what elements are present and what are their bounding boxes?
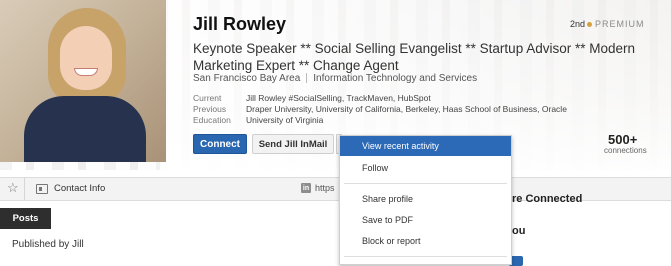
tab-posts[interactable]: Posts <box>0 208 51 229</box>
profile-meta: San Francisco Bay Area Information Techno… <box>193 73 477 84</box>
more-actions-menu: View recent activity Follow Share profil… <box>339 135 512 265</box>
sidebar-heading-you: ou <box>512 225 526 237</box>
details-row-previous: Previous Draper University, University of… <box>193 104 567 115</box>
previous-value[interactable]: Draper University, University of Califor… <box>246 104 567 115</box>
connection-degree: 2nd <box>570 19 586 29</box>
connections-count: 500+ <box>608 132 638 147</box>
menu-item-save-to-pdf[interactable]: Save to PDF <box>340 210 511 230</box>
linkedin-icon: in <box>301 183 311 193</box>
profile-name: Jill Rowley <box>193 14 287 34</box>
meta-divider <box>306 73 308 84</box>
contact-info-link[interactable]: Contact Info <box>54 183 105 194</box>
current-value[interactable]: Jill Rowley #SocialSelling, TrackMaven, … <box>246 93 431 104</box>
contact-card-icon[interactable] <box>36 184 48 194</box>
published-by-heading: Published by Jill <box>12 239 84 250</box>
toolbar-divider <box>24 178 25 200</box>
details-row-education: Education University of Virginia <box>193 115 324 126</box>
connect-button[interactable]: Connect <box>193 134 247 154</box>
education-value[interactable]: University of Virginia <box>246 115 323 126</box>
profile-headline: Keynote Speaker ** Social Selling Evange… <box>193 41 635 73</box>
profile-photo[interactable] <box>0 0 166 162</box>
profile-details: Current Jill Rowley #SocialSelling, Track… <box>193 93 567 126</box>
sidebar-heading-connected: re Connected <box>512 193 583 205</box>
industry-link[interactable]: Information Technology and Services <box>313 73 477 84</box>
send-inmail-button[interactable]: Send Jill InMail <box>252 134 334 154</box>
connections-label: connections <box>604 146 647 155</box>
premium-icon <box>587 22 592 28</box>
details-row-current: Current Jill Rowley #SocialSelling, Track… <box>193 93 431 104</box>
menu-divider <box>344 183 507 184</box>
star-icon[interactable]: ☆ <box>7 180 19 196</box>
public-url[interactable]: https <box>315 183 335 193</box>
menu-item-share-profile[interactable]: Share profile <box>340 189 511 209</box>
menu-item-follow[interactable]: Follow <box>340 158 511 178</box>
premium-badge: PREMIUM <box>587 19 645 29</box>
location-link[interactable]: San Francisco Bay Area <box>193 73 300 84</box>
menu-item-view-recent-activity[interactable]: View recent activity <box>340 136 511 156</box>
menu-divider <box>344 256 507 257</box>
menu-item-block-or-report[interactable]: Block or report <box>340 231 511 251</box>
